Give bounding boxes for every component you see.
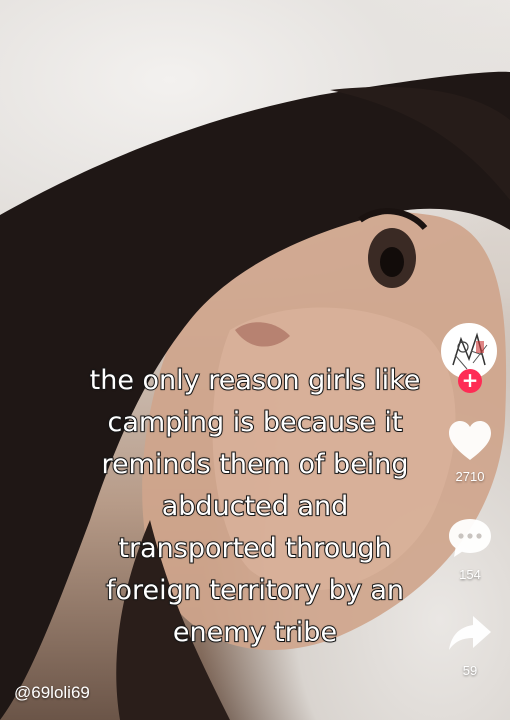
author-username[interactable]: @69loli69 xyxy=(14,683,90,703)
like-button[interactable]: 2710 xyxy=(438,420,502,484)
follow-button[interactable]: + xyxy=(458,369,482,393)
author-avatar-group: + xyxy=(441,323,499,397)
caption-line: abducted and xyxy=(161,490,350,523)
comment-count: 154 xyxy=(459,567,481,582)
comment-icon xyxy=(449,519,491,557)
like-count: 2710 xyxy=(455,469,485,484)
share-button[interactable]: 59 xyxy=(438,612,502,678)
caption-line: enemy tribe xyxy=(172,616,338,649)
plus-icon: + xyxy=(461,368,479,392)
video-caption: the only reason girls like camping is be… xyxy=(0,360,510,654)
share-icon xyxy=(449,616,491,650)
heart-icon xyxy=(449,421,491,460)
caption-line: camping is because it xyxy=(107,406,404,439)
caption-line: transported through xyxy=(117,532,392,565)
caption-line: foreign territory by an xyxy=(105,574,405,607)
caption-line: reminds them of being xyxy=(100,448,409,481)
share-count: 59 xyxy=(462,663,478,678)
caption-line: the only reason girls like xyxy=(89,364,422,397)
comment-button[interactable]: 154 xyxy=(438,516,502,582)
